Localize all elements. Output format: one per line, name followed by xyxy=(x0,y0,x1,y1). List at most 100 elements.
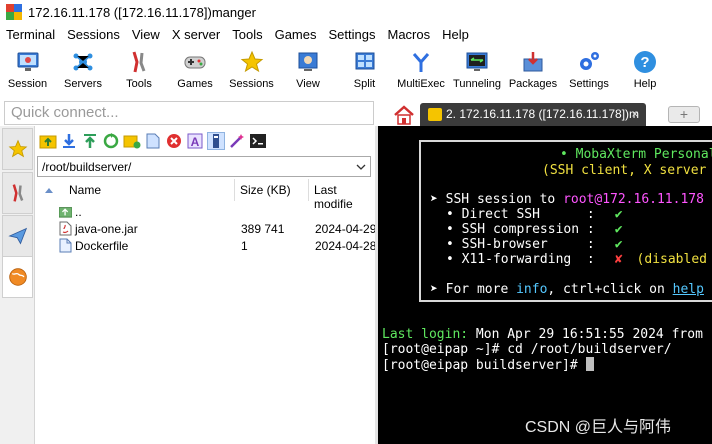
download-icon[interactable] xyxy=(60,132,78,150)
chevron-down-icon[interactable] xyxy=(356,164,366,170)
file-size: 1 xyxy=(241,239,248,253)
terminal-icon[interactable] xyxy=(249,132,267,150)
menu-view[interactable]: View xyxy=(126,24,166,46)
sidebar-tab-macros[interactable] xyxy=(2,215,33,257)
file-row-parent[interactable]: .. xyxy=(35,203,375,220)
menu-games[interactable]: Games xyxy=(269,24,323,46)
sessions-button[interactable]: Sessions xyxy=(223,46,280,98)
view-button[interactable]: View xyxy=(280,46,336,98)
sftp-file-browser: A /root/buildserver/ Name Size (KB) Last… xyxy=(35,126,377,444)
java-file-icon xyxy=(59,221,72,236)
feature-x11-forwarding: • X11-forwarding : ✘ (disabled xyxy=(446,252,707,267)
menu-terminal[interactable]: Terminal xyxy=(0,24,61,46)
tab-session-2[interactable]: 2. 172.16.11.178 ([172.16.11.178])m × xyxy=(420,103,646,126)
paper-plane-icon xyxy=(7,227,27,245)
file-name: .. xyxy=(75,205,82,219)
cross-icon: ✘ xyxy=(614,252,623,267)
terminal-prompt-line: [root@eipap buildserver]# xyxy=(382,357,594,373)
parent-folder-icon xyxy=(59,207,72,218)
svg-text:?: ? xyxy=(640,54,649,71)
feature-ssh-browser: • SSH-browser : ✔ xyxy=(446,237,623,252)
star-icon xyxy=(240,50,264,74)
path-value: /root/buildserver/ xyxy=(42,159,132,174)
parent-folder-icon[interactable] xyxy=(39,132,57,150)
file-name: java-one.jar xyxy=(75,222,138,236)
column-name[interactable]: Name xyxy=(69,183,101,197)
file-name: Dockerfile xyxy=(75,239,129,253)
sidebar-tab-sftp[interactable] xyxy=(2,256,33,298)
file-row[interactable]: Dockerfile 1 2024-04-28 xyxy=(35,237,376,254)
games-button[interactable]: Games xyxy=(167,46,223,98)
new-folder-icon[interactable] xyxy=(123,132,141,150)
split-icon xyxy=(353,50,377,74)
menu-tools[interactable]: Tools xyxy=(226,24,268,46)
file-row[interactable]: java-one.jar 389 741 2024-04-29 xyxy=(35,220,377,237)
packages-button[interactable]: Packages xyxy=(505,46,561,98)
home-tab[interactable] xyxy=(390,104,418,126)
servers-icon xyxy=(71,50,95,74)
gears-icon xyxy=(577,50,601,74)
column-size[interactable]: Size (KB) xyxy=(240,183,291,197)
split-button[interactable]: Split xyxy=(336,46,393,98)
settings-button[interactable]: Settings xyxy=(561,46,617,98)
file-list-header: Name Size (KB) Last modifie xyxy=(35,179,375,211)
new-file-icon[interactable] xyxy=(144,132,162,150)
delete-icon[interactable] xyxy=(165,132,183,150)
file-size: 389 741 xyxy=(241,222,285,236)
column-separator[interactable] xyxy=(234,179,235,201)
menu-settings[interactable]: Settings xyxy=(323,24,382,46)
more-info-line: ➤ For more info, ctrl+click on help xyxy=(430,282,704,297)
rename-icon[interactable]: A xyxy=(186,132,204,150)
key-icon xyxy=(428,108,442,121)
feature-ssh-compression: • SSH compression : ✔ xyxy=(446,222,623,237)
main-toolbar: Session Servers Tools Games Sessions Vie… xyxy=(0,46,712,98)
home-icon xyxy=(394,105,414,125)
check-icon: ✔ xyxy=(614,207,623,222)
watermark: CSDN @巨人与阿伟 xyxy=(525,419,672,436)
tools-icon xyxy=(127,50,151,74)
follow-terminal-icon[interactable] xyxy=(207,132,225,150)
gamepad-icon xyxy=(183,50,207,74)
file-browser-toolbar: A xyxy=(35,126,375,156)
menu-macros[interactable]: Macros xyxy=(381,24,436,46)
menu-sessions[interactable]: Sessions xyxy=(61,24,126,46)
help-link[interactable]: help xyxy=(673,282,704,297)
tools-button[interactable]: Tools xyxy=(111,46,167,98)
last-login-line: Last login: Mon Apr 29 16:51:55 2024 fro… xyxy=(382,327,703,342)
ssh-target: root@172.16.11.178 xyxy=(563,192,704,207)
mobaxterm-logo-icon xyxy=(6,4,22,20)
column-separator[interactable] xyxy=(308,179,309,201)
tunneling-button[interactable]: Tunneling xyxy=(449,46,505,98)
left-sidebar xyxy=(0,126,35,444)
banner-subtitle: (SSH client, X server xyxy=(542,163,707,178)
close-tab-icon[interactable]: × xyxy=(628,103,642,126)
session-button[interactable]: Session xyxy=(0,46,55,98)
check-icon: ✔ xyxy=(614,237,623,252)
sort-ascending-icon[interactable] xyxy=(45,188,53,193)
info-link[interactable]: info xyxy=(516,282,547,297)
servers-button[interactable]: Servers xyxy=(55,46,111,98)
feature-direct-ssh: • Direct SSH : ✔ xyxy=(446,207,623,222)
sidebar-tab-tools[interactable] xyxy=(2,172,33,214)
ssh-session-line: ➤ SSH session to root@172.16.11.178 xyxy=(430,192,704,207)
new-tab-button[interactable]: + xyxy=(668,106,700,123)
help-icon: ? xyxy=(633,50,657,74)
banner-title: • MobaXterm Personal xyxy=(560,147,712,162)
path-field[interactable]: /root/buildserver/ xyxy=(37,156,371,177)
sidebar-tab-sessions[interactable] xyxy=(2,128,33,170)
view-icon xyxy=(296,50,320,74)
terminal-pane[interactable]: • MobaXterm Personal (SSH client, X serv… xyxy=(378,126,712,444)
file-modified: 2024-04-29 xyxy=(315,222,377,236)
title-bar: 172.16.11.178 ([172.16.11.178])manger xyxy=(0,0,712,24)
file-icon xyxy=(59,238,72,253)
multiexec-button[interactable]: MultiExec xyxy=(393,46,449,98)
upload-icon[interactable] xyxy=(81,132,99,150)
menu-help[interactable]: Help xyxy=(436,24,475,46)
menu-x-server[interactable]: X server xyxy=(166,24,226,46)
quick-connect-input[interactable]: Quick connect... xyxy=(4,101,374,125)
help-button[interactable]: ? Help xyxy=(617,46,673,98)
magic-wand-icon[interactable] xyxy=(228,132,246,150)
fork-icon xyxy=(409,50,433,74)
refresh-icon[interactable] xyxy=(102,132,120,150)
svg-text:A: A xyxy=(191,135,200,149)
